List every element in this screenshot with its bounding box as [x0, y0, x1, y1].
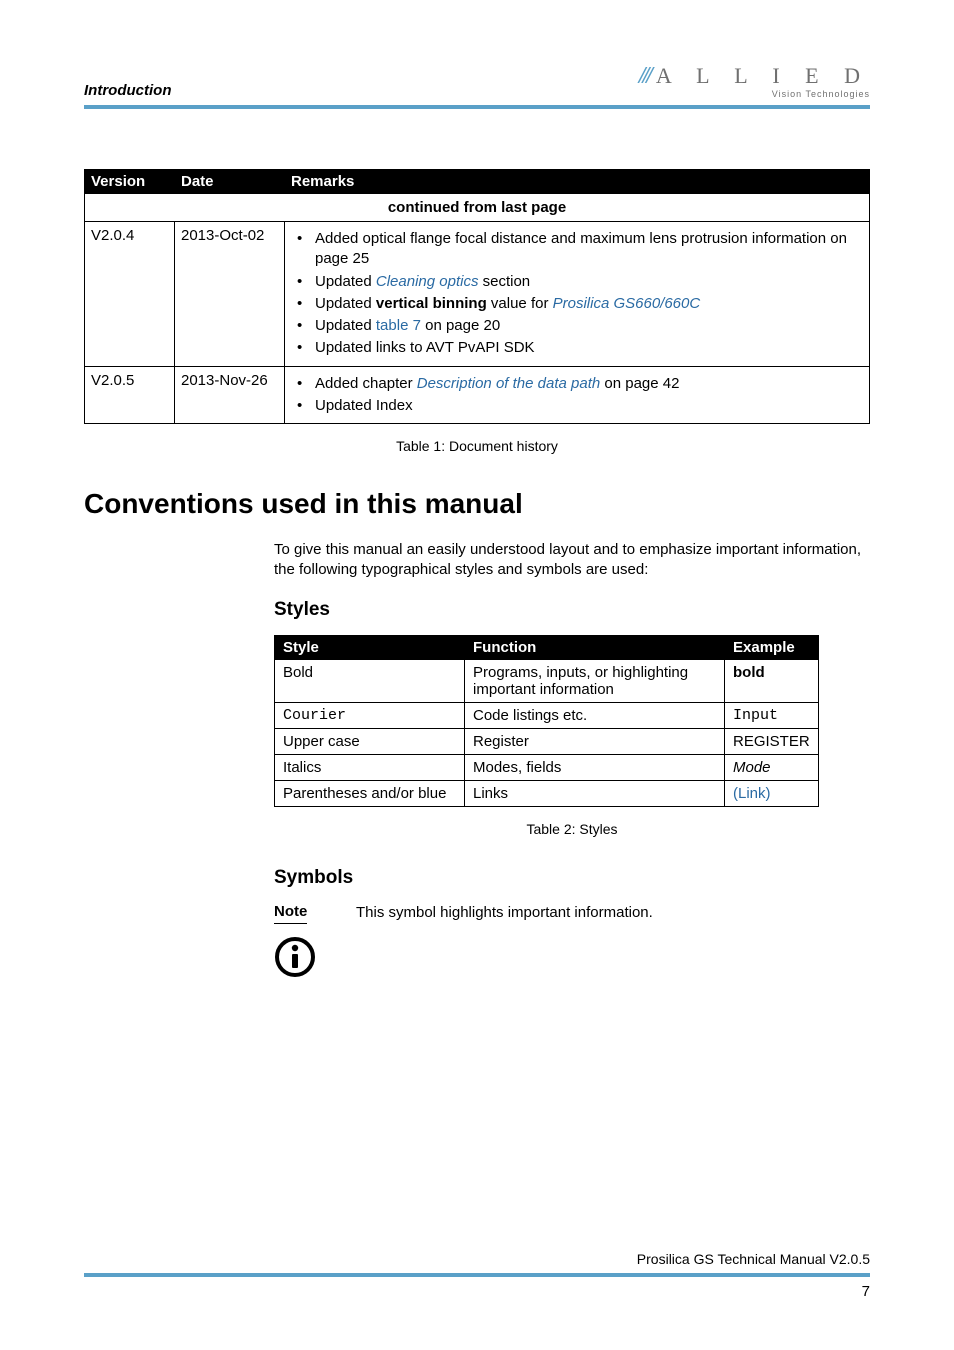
cell-function: Code listings etc.	[465, 702, 725, 728]
col-remarks: Remarks	[285, 170, 870, 194]
header-rule	[84, 105, 870, 109]
cell-example: Mode	[725, 754, 819, 780]
remark-item: Added optical flange focal distance and …	[295, 229, 863, 270]
page-number: 7	[84, 1283, 870, 1300]
col-function: Function	[465, 635, 725, 659]
remark-item: Added chapter Description of the data pa…	[295, 374, 863, 394]
remark-item: Updated Cleaning optics section	[295, 272, 863, 292]
cell-example: (Link)	[725, 780, 819, 806]
link[interactable]: Cleaning optics	[376, 273, 479, 290]
link[interactable]: Prosilica GS660/660C	[553, 295, 701, 312]
cell-remarks: Added chapter Description of the data pa…	[285, 366, 870, 424]
table1-caption: Table 1: Document history	[84, 438, 870, 454]
cell-example: Input	[725, 702, 819, 728]
cell-function: Links	[465, 780, 725, 806]
note-text: This symbol highlights important informa…	[356, 903, 653, 921]
table-row: ItalicsModes, fieldsMode	[275, 754, 819, 780]
conventions-heading: Conventions used in this manual	[84, 488, 870, 520]
footer-text: Prosilica GS Technical Manual V2.0.5	[84, 1251, 870, 1277]
symbols-heading: Symbols	[274, 867, 870, 889]
cell-style: Parentheses and/or blue	[275, 780, 465, 806]
col-date: Date	[175, 170, 285, 194]
styles-heading: Styles	[274, 599, 870, 621]
brand-logo: /// A L L I E D Vision Technologies	[639, 64, 870, 99]
cell-version: V2.0.4	[85, 222, 175, 367]
remark-item: Updated table 7 on page 20	[295, 316, 863, 336]
logo-stripes-icon: ///	[639, 64, 650, 88]
cell-function: Programs, inputs, or highlighting import…	[465, 659, 725, 702]
cell-function: Register	[465, 728, 725, 754]
link[interactable]: Description of the data path	[417, 375, 600, 392]
table-row: Upper caseRegisterREGISTER	[275, 728, 819, 754]
note-label: Note	[274, 903, 307, 924]
cell-date: 2013-Oct-02	[175, 222, 285, 367]
document-history-table: Version Date Remarks continued from last…	[84, 169, 870, 424]
table-row: CourierCode listings etc.Input	[275, 702, 819, 728]
remark-item: Updated vertical binning value for Prosi…	[295, 294, 863, 314]
cell-style: Italics	[275, 754, 465, 780]
logo-main-text: A L L I E D	[656, 65, 870, 87]
table-row: Parentheses and/or blueLinks(Link)	[275, 780, 819, 806]
cell-remarks: Added optical flange focal distance and …	[285, 222, 870, 367]
section-title: Introduction	[84, 82, 171, 99]
remark-item: Updated links to AVT PvAPI SDK	[295, 338, 863, 358]
remark-item: Updated Index	[295, 396, 863, 416]
cell-function: Modes, fields	[465, 754, 725, 780]
cell-example: REGISTER	[725, 728, 819, 754]
logo-subtext: Vision Technologies	[639, 90, 870, 99]
table-row: V2.0.4 2013-Oct-02 Added optical flange …	[85, 222, 870, 367]
continued-row: continued from last page	[85, 194, 870, 222]
col-example: Example	[725, 635, 819, 659]
table-row: V2.0.5 2013-Nov-26 Added chapter Descrip…	[85, 366, 870, 424]
styles-table: Style Function Example BoldPrograms, inp…	[274, 635, 819, 807]
cell-date: 2013-Nov-26	[175, 366, 285, 424]
cell-style: Bold	[275, 659, 465, 702]
cell-style: Courier	[275, 702, 465, 728]
col-style: Style	[275, 635, 465, 659]
cell-example: bold	[725, 659, 819, 702]
link[interactable]: table 7	[376, 317, 421, 334]
table2-caption: Table 2: Styles	[274, 821, 870, 837]
conventions-intro: To give this manual an easily understood…	[274, 540, 870, 581]
cell-style: Upper case	[275, 728, 465, 754]
info-icon	[274, 936, 316, 982]
col-version: Version	[85, 170, 175, 194]
cell-version: V2.0.5	[85, 366, 175, 424]
table-row: BoldPrograms, inputs, or highlighting im…	[275, 659, 819, 702]
